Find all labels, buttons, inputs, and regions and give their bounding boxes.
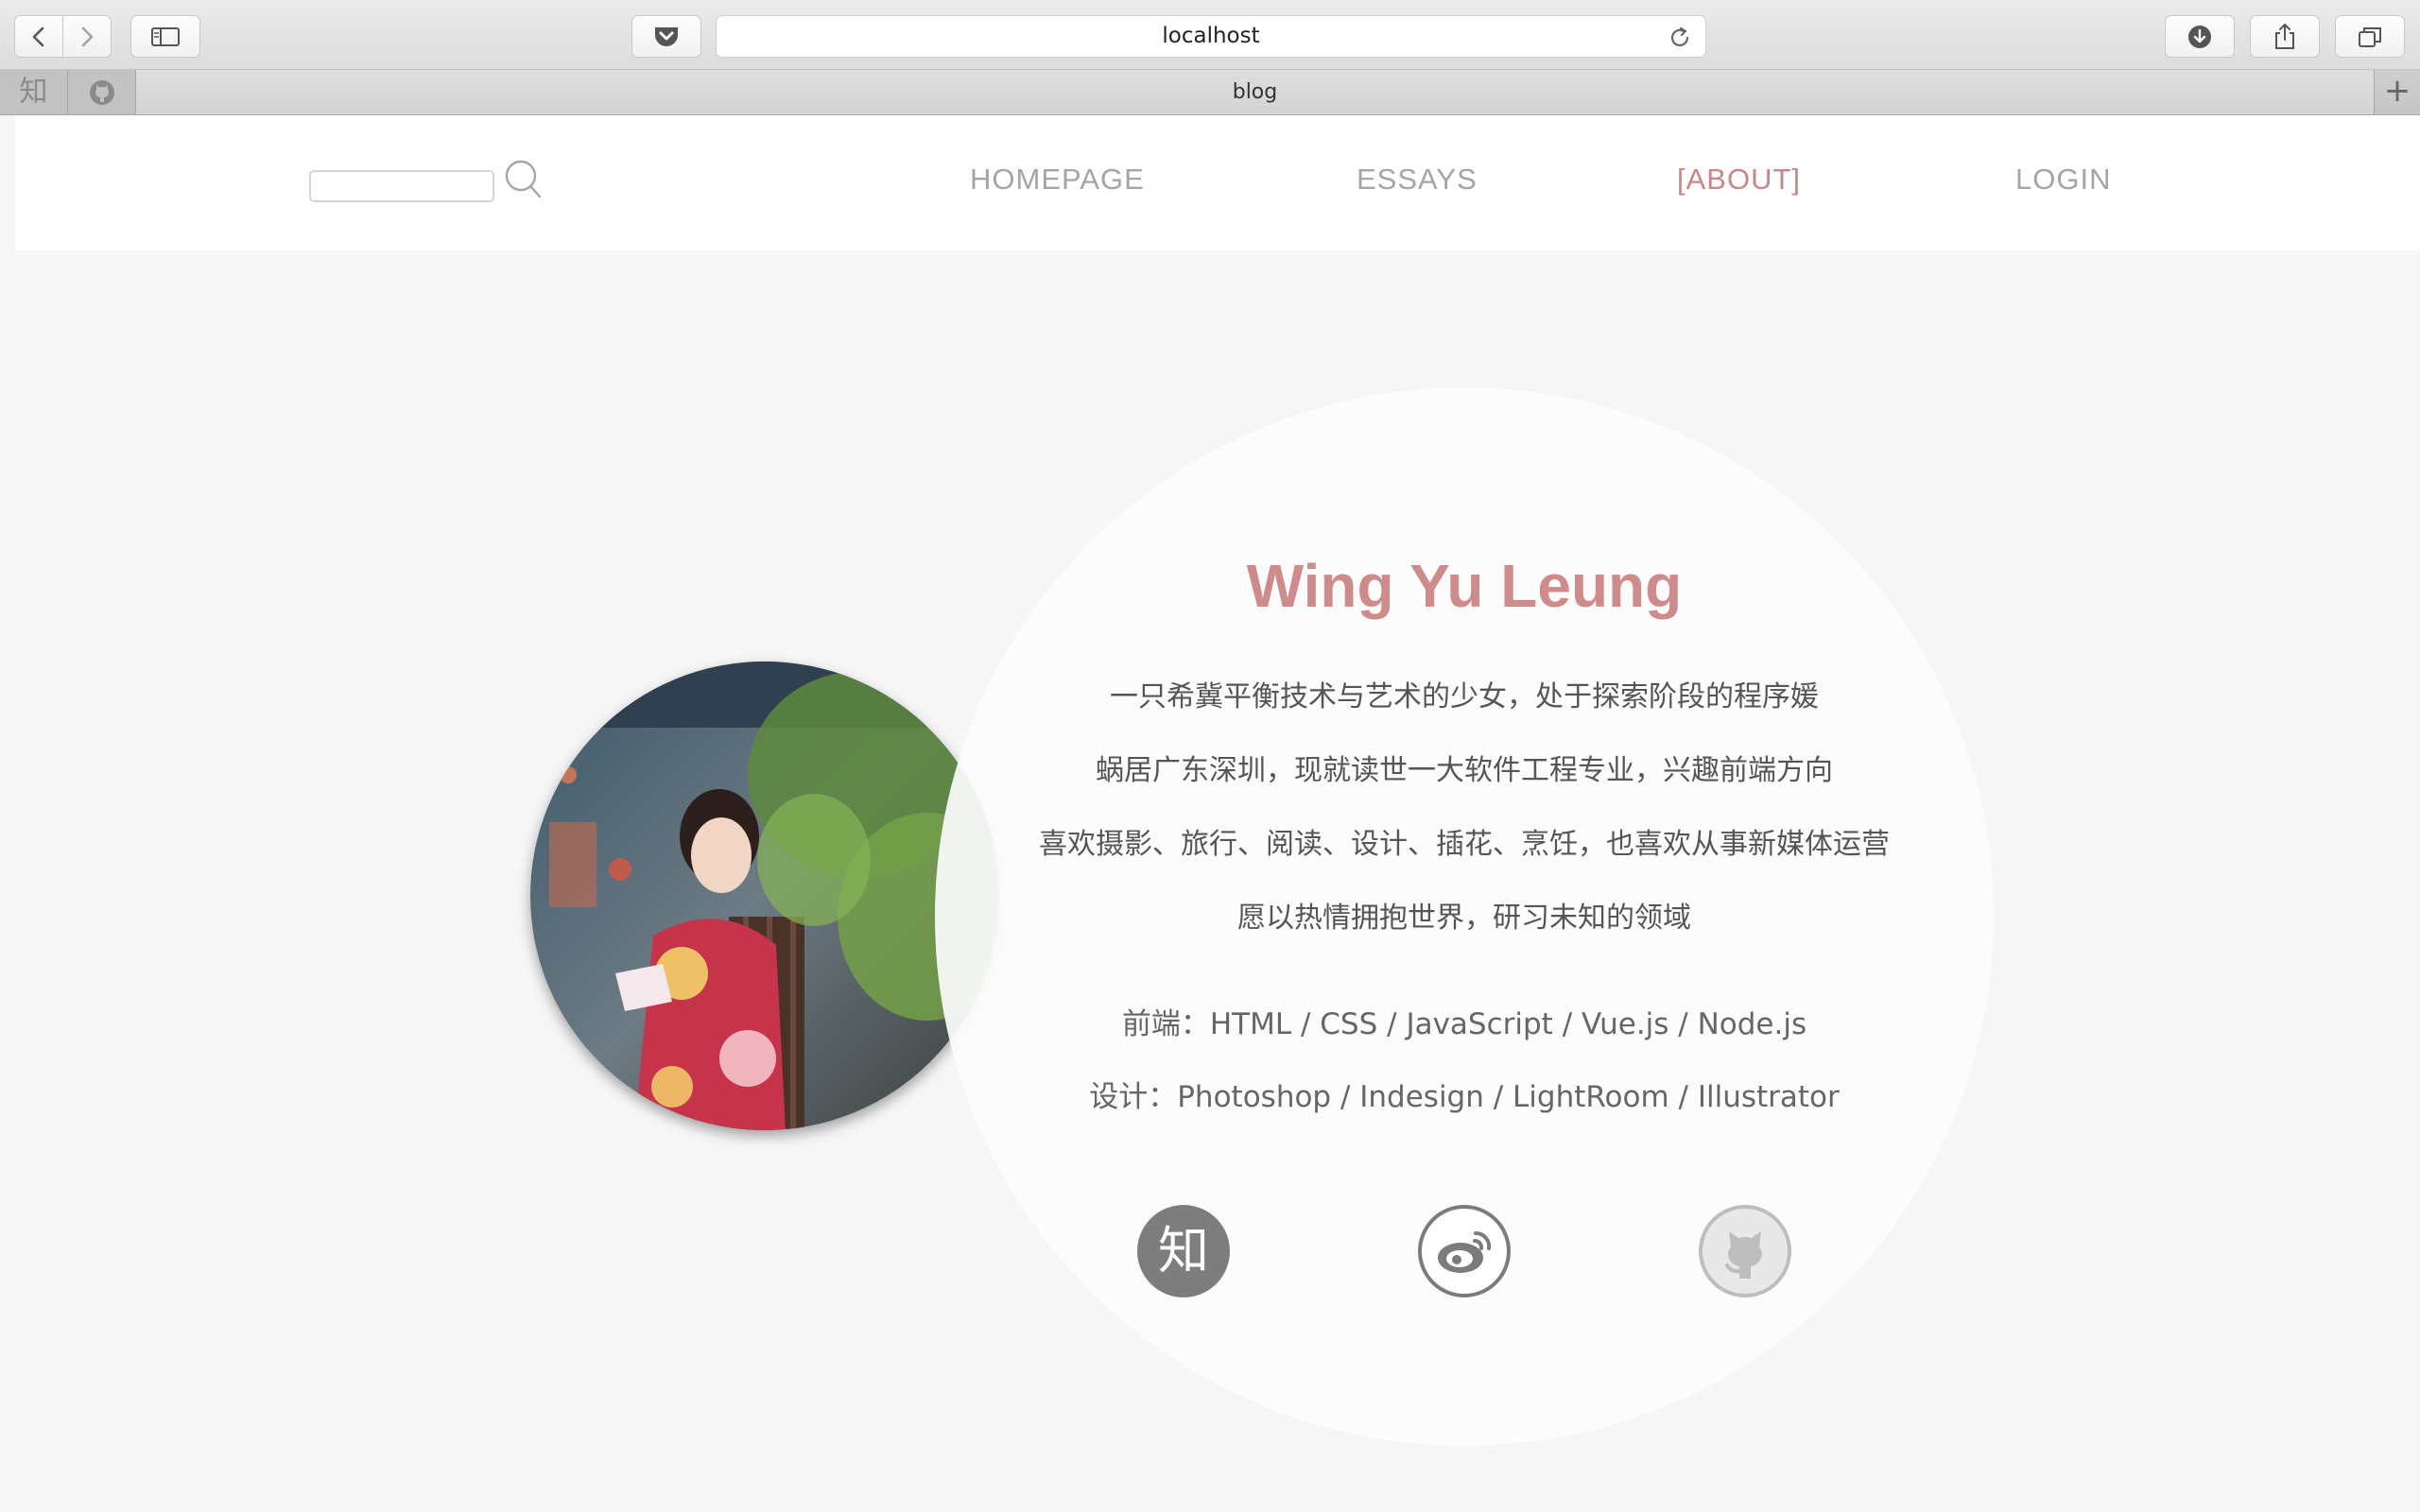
tab-blog[interactable]: blog: [136, 70, 2375, 114]
bio-line: 愿以热情拥抱世界，研习未知的领域: [1237, 902, 1691, 935]
github-icon: [1725, 1231, 1762, 1279]
pinned-tab-github[interactable]: [68, 70, 136, 114]
share-button[interactable]: [2250, 15, 2320, 58]
download-icon: [2188, 25, 2211, 48]
chevron-right-icon: [81, 26, 94, 46]
url-text: localhost: [1162, 24, 1260, 48]
github-link[interactable]: [1699, 1205, 1791, 1297]
show-tabs-button[interactable]: [2335, 15, 2405, 58]
skills-frontend: 前端：HTML / CSS / JavaScript / Vue.js / No…: [1121, 1007, 1807, 1041]
about-section: Wing Yu Leung 一只希冀平衡技术与艺术的少女，处于探索阶段的程序媛 …: [15, 250, 2420, 1512]
nav-homepage[interactable]: HOMEPAGE: [970, 163, 1145, 197]
bio-line: 一只希冀平衡技术与艺术的少女，处于探索阶段的程序媛: [1110, 680, 1819, 713]
zhihu-icon: 知: [19, 76, 48, 109]
pocket-button[interactable]: [631, 15, 701, 58]
profile-name: Wing Yu Leung: [1246, 552, 1683, 620]
nav-login[interactable]: LOGIN: [2015, 163, 2111, 197]
profile-photo: [530, 662, 999, 1130]
site-header: HOMEPAGE ESSAYS [ABOUT] LOGIN: [15, 115, 2420, 250]
forward-button[interactable]: [62, 15, 112, 58]
downloads-button[interactable]: [2165, 15, 2235, 58]
search-icon[interactable]: [502, 158, 544, 201]
sidebar-icon: [151, 26, 180, 46]
address-bar[interactable]: localhost: [716, 15, 1706, 58]
tab-title: blog: [1232, 80, 1278, 104]
search-input[interactable]: [309, 170, 494, 202]
reload-icon[interactable]: [1668, 26, 1692, 50]
nav-essays[interactable]: ESSAYS: [1357, 163, 1478, 197]
tabs-overview-icon: [2359, 26, 2381, 47]
github-icon: [89, 79, 114, 105]
pinned-tab-zhihu[interactable]: 知: [0, 70, 68, 114]
tab-bar: 知 blog +: [0, 70, 2420, 115]
weibo-icon: [1438, 1230, 1492, 1273]
skills-design: 设计：Photoshop / Indesign / LightRoom / Il…: [1089, 1080, 1840, 1114]
bio-line: 喜欢摄影、旅行、阅读、设计、插花、烹饪，也喜欢从事新媒体运营: [1039, 828, 1890, 861]
browser-toolbar: localhost: [0, 0, 2420, 70]
new-tab-button[interactable]: +: [2375, 70, 2420, 114]
chevron-left-icon: [32, 26, 44, 46]
zhihu-link[interactable]: 知: [1137, 1205, 1230, 1297]
pocket-icon: [655, 26, 678, 46]
sidebar-toggle-button[interactable]: [130, 15, 200, 58]
share-icon: [2275, 23, 2294, 49]
zhihu-icon: 知: [1158, 1221, 1209, 1280]
nav-about[interactable]: [ABOUT]: [1677, 163, 1801, 197]
bio-line: 蜗居广东深圳，现就读世一大软件工程专业，兴趣前端方向: [1096, 754, 1833, 787]
back-button[interactable]: [14, 15, 63, 58]
weibo-link[interactable]: [1418, 1205, 1511, 1297]
profile-photo-image: [530, 662, 999, 1130]
